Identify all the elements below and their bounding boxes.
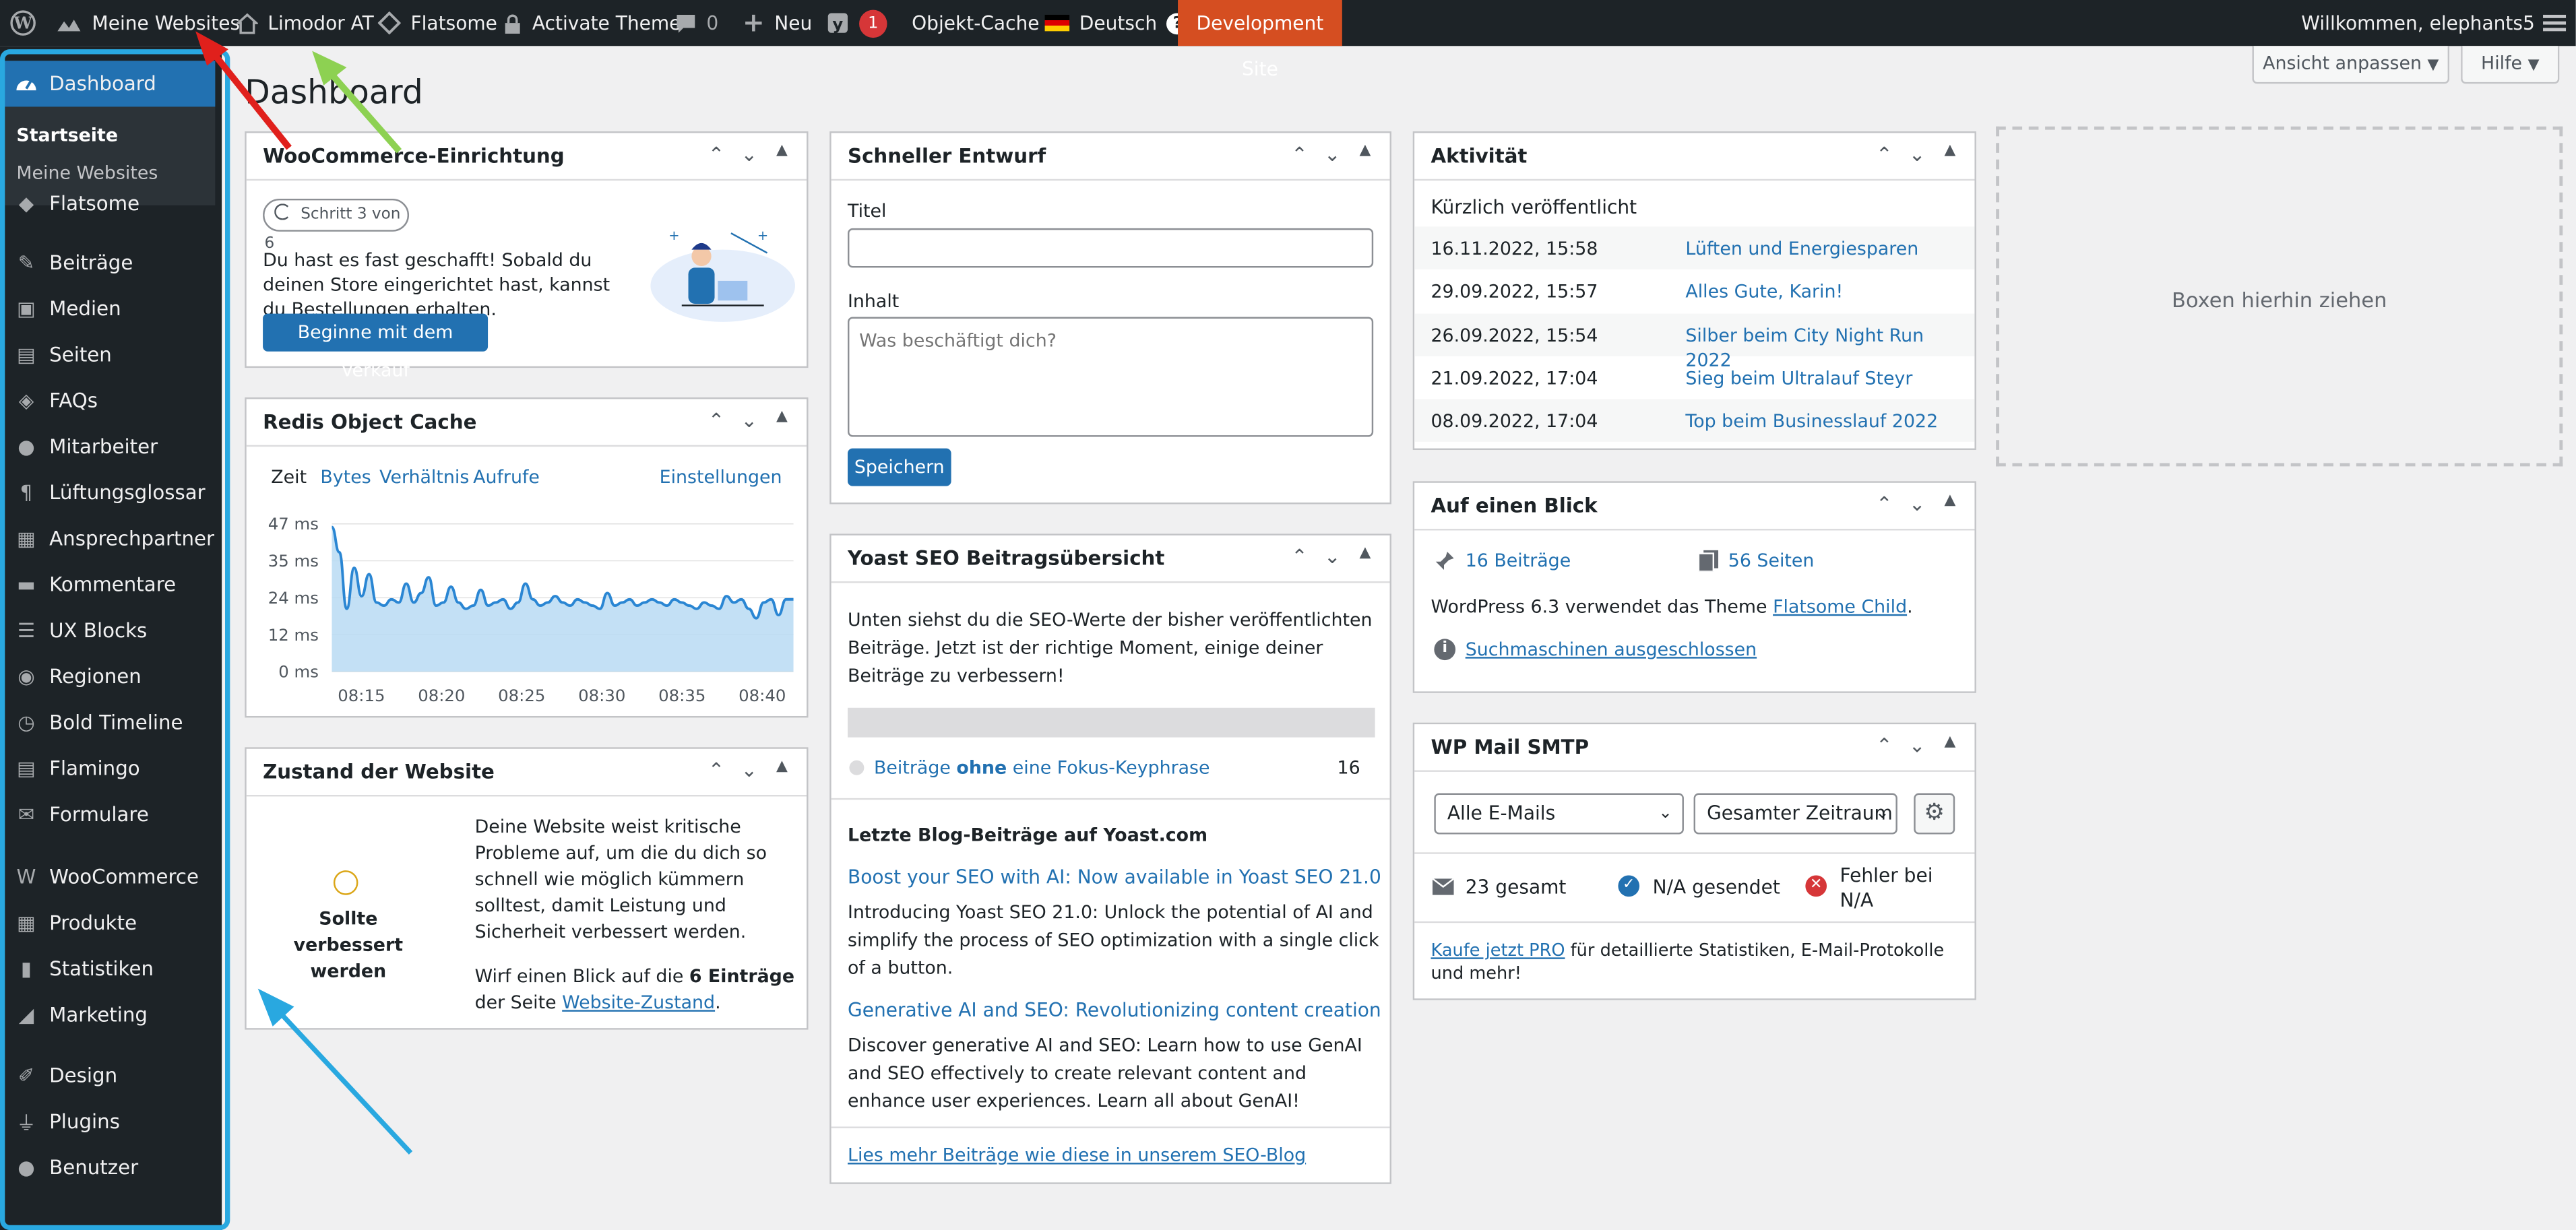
green-arrow-icon — [312, 51, 402, 154]
wp-admin-dashboard: W Meine Websites Limodor AT Flatsome Act… — [0, 0, 2576, 1230]
annotation-arrows — [195, 31, 413, 1155]
red-arrow-icon — [195, 31, 292, 150]
blue-arrow-icon — [257, 988, 413, 1155]
